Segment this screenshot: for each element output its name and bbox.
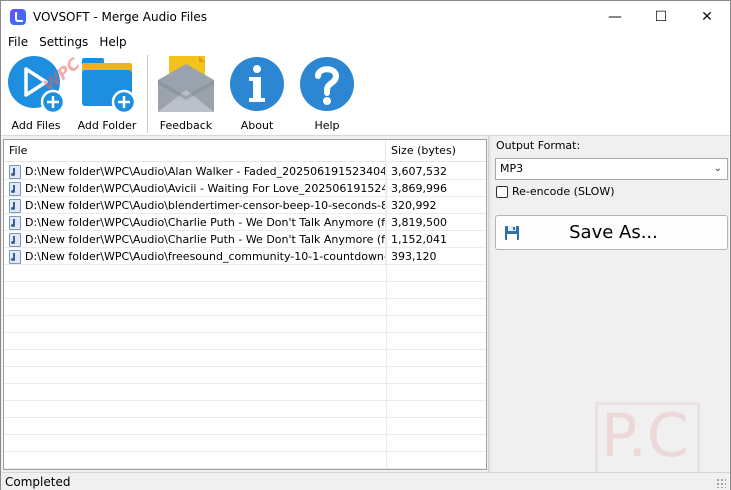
audio-file-icon [9,181,21,196]
empty-row [4,384,486,401]
help-button[interactable]: Help [299,54,355,134]
empty-row [4,265,486,282]
empty-row [4,367,486,384]
save-as-label: Save As... [569,222,658,243]
reencode-label: Re-encode (SLOW) [512,185,615,198]
window-controls: — ☐ ✕ [592,1,730,32]
output-format-value: MP3 [500,162,524,175]
empty-row [4,435,486,452]
audio-file-icon [9,198,21,213]
help-label: Help [314,119,340,132]
title-bar: VOVSOFT - Merge Audio Files — ☐ ✕ [1,1,730,32]
about-label: About [240,119,274,132]
column-header-size[interactable]: Size (bytes) [386,140,486,162]
audio-file-icon [9,164,21,179]
audio-file-icon [9,249,21,264]
file-size: 1,152,041 [391,233,447,246]
file-path: D:\New folder\WPC\Audio\blendertimer-cen… [25,199,386,212]
output-format-label: Output Format: [496,139,581,152]
empty-row [4,299,486,316]
envelope-icon [158,56,214,112]
list-header: File Size (bytes) [4,140,486,162]
file-size: 320,992 [391,199,437,212]
add-folder-button[interactable]: Add Folder [75,54,139,134]
file-path: D:\New folder\WPC\Audio\Avicii - Waiting… [25,182,386,195]
toolbar: Add Files Add Folder Feedback About Help [1,52,730,136]
add-files-label: Add Files [11,119,61,132]
column-header-file[interactable]: File [4,140,386,162]
file-path: D:\New folder\WPC\Audio\Alan Walker - Fa… [25,165,386,178]
question-icon [300,57,354,111]
app-window: VOVSOFT - Merge Audio Files — ☐ ✕ File S… [0,0,731,490]
close-button[interactable]: ✕ [684,1,730,32]
file-size: 393,120 [391,250,437,263]
empty-row [4,418,486,435]
status-bar: Completed [1,472,730,490]
save-as-button[interactable]: Save As... [495,215,728,250]
table-row[interactable]: D:\New folder\WPC\Audio\blendertimer-cen… [4,197,486,214]
app-logo-icon [10,8,26,25]
empty-row [4,316,486,333]
audio-file-icon [9,215,21,230]
minimize-button[interactable]: — [592,1,638,32]
file-size: 3,607,532 [391,165,447,178]
menu-help[interactable]: Help [95,35,130,49]
audio-file-icon [9,232,21,247]
table-row[interactable]: D:\New folder\WPC\Audio\freesound_commun… [4,248,486,265]
feedback-button[interactable]: Feedback [155,54,217,134]
output-format-select[interactable]: MP3 ⌄ [495,158,728,180]
chevron-down-icon: ⌄ [713,163,722,174]
file-list[interactable]: File Size (bytes) D:\New folder\WPC\Audi… [3,139,487,470]
table-row[interactable]: D:\New folder\WPC\Audio\Charlie Puth - W… [4,214,486,231]
toolbar-separator [147,55,148,133]
file-size: 3,819,500 [391,216,447,229]
menu-file[interactable]: File [4,35,32,49]
file-path: D:\New folder\WPC\Audio\freesound_commun… [25,250,386,263]
file-path: D:\New folder\WPC\Audio\Charlie Puth - W… [25,216,386,229]
empty-row [4,452,486,469]
window-title: VOVSOFT - Merge Audio Files [33,9,208,24]
resize-grip-icon[interactable] [716,478,726,488]
table-row[interactable]: D:\New folder\WPC\Audio\Avicii - Waiting… [4,180,486,197]
reencode-option[interactable]: Re-encode (SLOW) [496,185,615,198]
panel-splitter[interactable] [488,136,491,472]
empty-row [4,333,486,350]
floppy-disk-icon [505,225,519,240]
empty-row [4,282,486,299]
maximize-button[interactable]: ☐ [638,1,684,32]
add-folder-icon [82,58,137,114]
status-text: Completed [5,475,71,489]
table-row[interactable]: D:\New folder\WPC\Audio\Alan Walker - Fa… [4,163,486,180]
file-path: D:\New folder\WPC\Audio\Charlie Puth - W… [25,233,386,246]
empty-row [4,401,486,418]
reencode-checkbox[interactable] [496,185,508,198]
empty-row [4,350,486,367]
add-folder-label: Add Folder [77,119,137,132]
feedback-label: Feedback [159,119,213,132]
menu-settings[interactable]: Settings [35,35,92,49]
menu-bar: File Settings Help [1,32,730,52]
file-size: 3,869,996 [391,182,447,195]
info-icon [230,57,284,111]
about-button[interactable]: About [229,54,285,134]
watermark-corner: P.C [601,401,689,471]
table-row[interactable]: D:\New folder\WPC\Audio\Charlie Puth - W… [4,231,486,248]
